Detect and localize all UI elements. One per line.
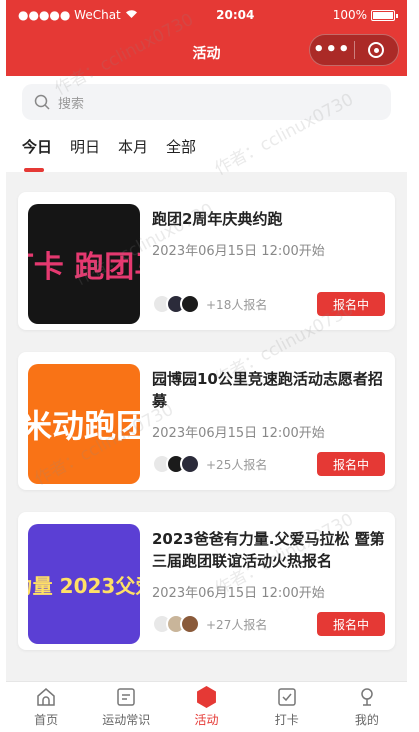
signup-button[interactable]: 报名中: [317, 452, 385, 476]
activity-icon: [197, 686, 216, 708]
participant-count: +27人报名: [206, 617, 268, 632]
activity-title: 园博园10公里竞速跑活动志愿者招募: [152, 370, 383, 410]
tabbar-item-home[interactable]: 首页: [6, 682, 86, 732]
tab-tomorrow[interactable]: 明日: [70, 132, 100, 172]
mini-program-capsule: •••: [309, 34, 399, 66]
activity-date: 2023年06月15日 12:00开始: [152, 586, 325, 601]
poster-text: 团打卡 跑团马拉: [28, 250, 140, 285]
search-input[interactable]: 搜索: [22, 84, 391, 120]
activity-card[interactable]: 爸爸有力量 2023父爱马拉松 2023爸爸有力量.父爱马拉松 暨第三届跑团联谊…: [18, 512, 395, 650]
tabbar-item-checkin[interactable]: 打卡: [247, 682, 327, 732]
participant-avatars: [152, 454, 200, 474]
tab-today[interactable]: 今日: [22, 132, 52, 172]
carrier-label: ●●●●● WeChat: [18, 8, 121, 22]
nav-bar: 活动 •••: [6, 30, 407, 76]
knowledge-icon: [117, 688, 136, 706]
page-title: 活动: [192, 46, 221, 62]
date-tabs: 今日 明日 本月 全部: [22, 132, 391, 172]
tabbar-item-knowledge[interactable]: 运动常识: [86, 682, 166, 732]
avatar: [180, 454, 200, 474]
participant-avatars: [152, 614, 200, 634]
avatar: [180, 294, 200, 314]
participant-count: +25人报名: [206, 457, 268, 472]
tabbar-label: 运动常识: [102, 713, 151, 727]
activity-title: 跑团2周年庆典约跑: [152, 210, 283, 228]
tab-this-month[interactable]: 本月: [118, 132, 148, 172]
close-icon: [368, 42, 385, 58]
activity-poster: 团打卡 跑团马拉: [28, 204, 140, 324]
battery-icon: [371, 9, 398, 21]
activity-date: 2023年06月15日 12:00开始: [152, 244, 325, 259]
status-bar: ●●●●● WeChat 20:04 100%: [6, 0, 407, 30]
battery-label: 100%: [332, 8, 367, 22]
tabbar-item-activity[interactable]: 活动: [166, 682, 246, 732]
profile-icon: [361, 688, 373, 706]
tabbar-label: 我的: [354, 713, 379, 727]
more-menu-button[interactable]: •••: [310, 34, 354, 66]
home-icon: [37, 688, 55, 706]
header-section: 搜索 今日 明日 本月 全部: [6, 76, 407, 172]
poster-text: 米动跑团: [28, 407, 140, 445]
search-placeholder: 搜索: [58, 96, 85, 112]
tabbar-label: 打卡: [274, 713, 299, 727]
activity-poster: 爸爸有力量 2023父爱马拉松: [28, 524, 140, 644]
phone-screen: ●●●●● WeChat 20:04 100% 活动 ••• 搜索 今日 明日: [6, 0, 407, 732]
signup-button[interactable]: 报名中: [317, 292, 385, 316]
poster-text: 爸爸有力量 2023父爱马拉松: [28, 573, 140, 598]
bottom-tab-bar: 首页 运动常识 活动 打卡 我的: [6, 681, 407, 732]
close-button[interactable]: [355, 42, 399, 58]
tabbar-label: 首页: [34, 713, 59, 727]
avatar: [180, 614, 200, 634]
activity-card[interactable]: 米动跑团 园博园10公里竞速跑活动志愿者招募 2023年06月15日 12:00…: [18, 352, 395, 490]
activity-date: 2023年06月15日 12:00开始: [152, 426, 325, 441]
status-time: 20:04: [216, 8, 255, 22]
checkin-icon: [277, 688, 296, 706]
tab-all[interactable]: 全部: [166, 132, 196, 172]
activity-card[interactable]: 团打卡 跑团马拉 跑团2周年庆典约跑 2023年06月15日 12:00开始 +…: [18, 192, 395, 330]
search-icon: [34, 94, 50, 110]
activity-poster: 米动跑团: [28, 364, 140, 484]
participant-avatars: [152, 294, 200, 314]
activity-title: 2023爸爸有力量.父爱马拉松 暨第三届跑团联谊活动火热报名: [152, 530, 385, 570]
wifi-icon: [125, 8, 138, 22]
signup-button[interactable]: 报名中: [317, 612, 385, 636]
tabbar-label: 活动: [194, 713, 219, 727]
activity-list: 团打卡 跑团马拉 跑团2周年庆典约跑 2023年06月15日 12:00开始 +…: [6, 172, 407, 650]
participant-count: +18人报名: [206, 297, 268, 312]
tabbar-item-profile[interactable]: 我的: [327, 682, 407, 732]
